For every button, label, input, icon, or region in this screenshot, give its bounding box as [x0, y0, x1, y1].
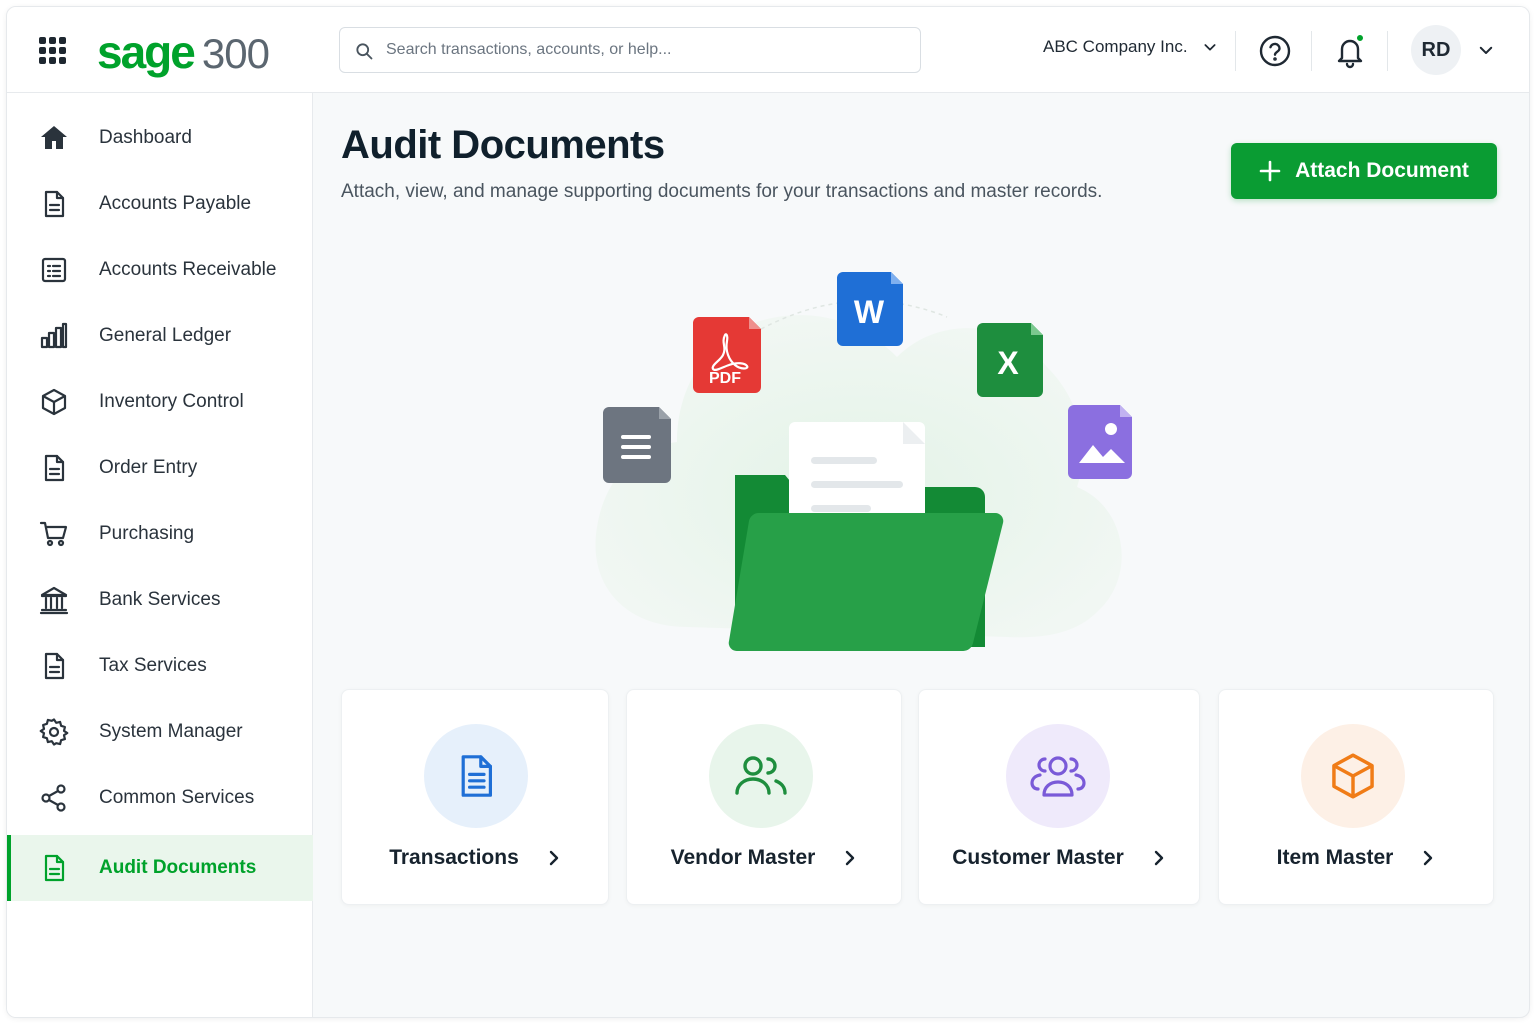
card-label-row: Vendor Master [627, 846, 901, 870]
card-label-row: Transactions [342, 846, 608, 870]
word-file-icon: W [837, 272, 903, 346]
logo-number: 300 [201, 30, 270, 77]
sidebar-item-label: Purchasing [99, 523, 195, 544]
company-selector[interactable]: ABC Company Inc. [1043, 37, 1218, 57]
search-icon [356, 43, 373, 60]
card-icon-circle [424, 724, 528, 828]
documents-illustration: PDF W X [595, 272, 1132, 652]
card-icon-circle [1006, 724, 1110, 828]
page-subtitle: Attach, view, and manage supporting docu… [341, 181, 1103, 202]
header-divider [1235, 31, 1236, 71]
card-label: Transactions [389, 846, 519, 869]
cube-icon [41, 388, 67, 416]
header-divider [1387, 31, 1388, 71]
help-icon[interactable] [1257, 33, 1293, 69]
company-name: ABC Company Inc. [1043, 37, 1188, 56]
text-file-icon [603, 407, 671, 483]
plus-icon [1259, 160, 1281, 182]
chart-icon [40, 322, 68, 349]
document-icon [461, 755, 492, 797]
image-file-icon [1068, 405, 1132, 479]
notification-bell-icon[interactable] [1333, 33, 1369, 69]
notification-dot [1355, 33, 1365, 43]
share-icon [41, 784, 66, 812]
top-header: sage 300 ABC Company Inc. [7, 7, 1529, 93]
home-icon [41, 126, 67, 149]
search-input[interactable] [386, 28, 906, 72]
sidebar-item-label: Accounts Payable [99, 193, 252, 214]
users-icon [1030, 756, 1086, 797]
sidebar-item-label: Common Services [99, 787, 255, 808]
card-label-row: Customer Master [919, 846, 1199, 870]
logo-brand: sage [97, 26, 196, 78]
sidebar-item-bank-services[interactable]: Bank Services [7, 567, 313, 633]
sidebar-item-label: General Ledger [99, 325, 232, 346]
sage-300-logo[interactable]: sage 300 [97, 25, 270, 78]
sidebar-item-dashboard[interactable]: Dashboard [7, 105, 313, 171]
sidebar-item-accounts-payable[interactable]: Accounts Payable [7, 171, 313, 237]
bank-icon [39, 586, 69, 615]
chevron-right-icon [846, 850, 855, 866]
receivable-icon [41, 257, 67, 283]
app-launcher-icon[interactable] [37, 35, 69, 67]
excel-file-icon: X [977, 323, 1043, 397]
sidebar-item-audit-documents[interactable]: Audit Documents [7, 835, 313, 901]
sidebar-item-tax-services[interactable]: Tax Services [7, 633, 313, 699]
sidebar: Dashboard Accounts Payable Accounts Rece… [7, 93, 313, 1017]
card-label: Item Master [1276, 846, 1394, 869]
user-avatar[interactable]: RD [1411, 25, 1461, 75]
paper-line [811, 505, 871, 512]
sidebar-item-label: Order Entry [99, 457, 198, 478]
folder-front [728, 512, 1004, 652]
gear-icon [39, 718, 69, 746]
header-divider [1311, 31, 1312, 71]
pdf-file-icon: PDF [693, 317, 761, 393]
sidebar-item-order-entry[interactable]: Order Entry [7, 435, 313, 501]
paper-line [811, 457, 877, 464]
word-letter: W [854, 294, 885, 330]
card-customer-master[interactable]: Customer Master [918, 689, 1200, 905]
chevron-right-icon [549, 850, 558, 866]
sidebar-item-label: System Manager [99, 721, 243, 742]
search-box [339, 27, 921, 73]
users-icon [735, 756, 787, 795]
sidebar-item-label: Bank Services [99, 589, 221, 610]
document-icon [44, 454, 65, 482]
card-transactions[interactable]: Transactions [341, 689, 609, 905]
paper-line [811, 481, 903, 488]
attach-button-label: Attach Document [1295, 159, 1469, 182]
sidebar-item-label: Audit Documents [99, 857, 257, 878]
sidebar-item-label: Dashboard [99, 127, 192, 148]
chevron-down-icon[interactable] [1477, 41, 1495, 59]
chevron-down-icon [1204, 44, 1216, 51]
card-vendor-master[interactable]: Vendor Master [626, 689, 902, 905]
sidebar-item-label: Tax Services [99, 655, 207, 676]
card-icon-circle [709, 724, 813, 828]
attach-document-button[interactable]: Attach Document [1231, 143, 1497, 199]
sidebar-item-label: Accounts Receivable [99, 259, 277, 280]
cube-icon [1332, 753, 1374, 799]
card-item-master[interactable]: Item Master [1218, 689, 1494, 905]
card-label-row: Item Master [1219, 846, 1493, 870]
sidebar-item-common-services[interactable]: Common Services [7, 765, 313, 831]
cart-icon [39, 521, 68, 547]
sidebar-item-accounts-receivable[interactable]: Accounts Receivable [7, 237, 313, 303]
card-icon-circle [1301, 724, 1405, 828]
excel-letter: X [997, 345, 1019, 381]
card-label: Customer Master [952, 846, 1124, 869]
document-icon [44, 652, 65, 680]
document-icon [44, 190, 65, 218]
page-title: Audit Documents [341, 123, 665, 167]
document-icon [44, 854, 65, 882]
pdf-label: PDF [709, 370, 741, 387]
sidebar-item-system-manager[interactable]: System Manager [7, 699, 313, 765]
sidebar-item-inventory-control[interactable]: Inventory Control [7, 369, 313, 435]
chevron-right-icon [1424, 850, 1433, 866]
sidebar-item-general-ledger[interactable]: General Ledger [7, 303, 313, 369]
card-label: Vendor Master [670, 846, 816, 869]
chevron-right-icon [1154, 850, 1163, 866]
app-window: sage 300 ABC Company Inc. [6, 6, 1530, 1018]
sidebar-item-purchasing[interactable]: Purchasing [7, 501, 313, 567]
sidebar-item-label: Inventory Control [99, 391, 244, 412]
